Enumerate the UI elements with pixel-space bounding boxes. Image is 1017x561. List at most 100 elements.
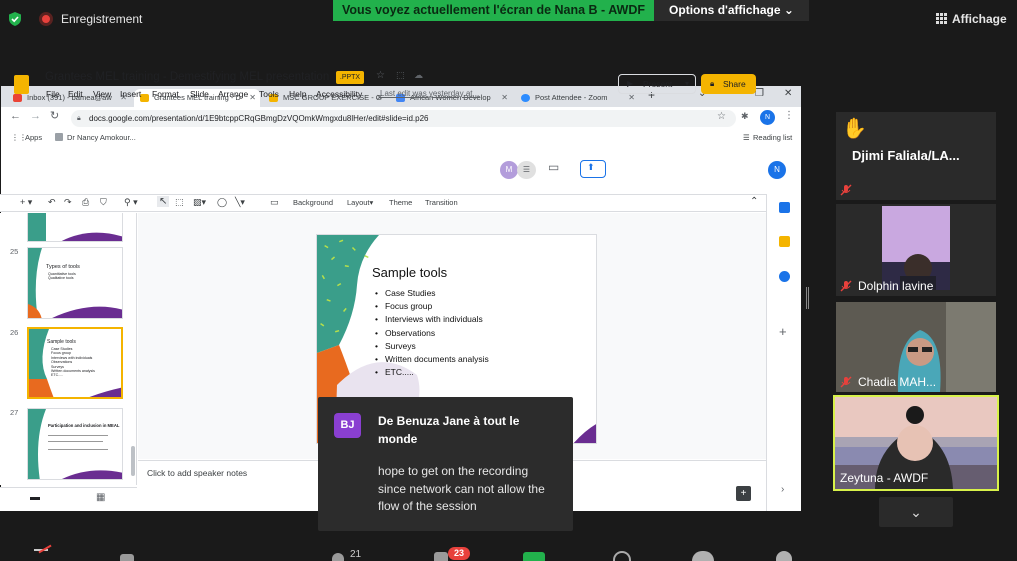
- filmstrip-scrollbar[interactable]: [131, 446, 135, 476]
- reload-icon[interactable]: ↻: [50, 109, 59, 122]
- zoom-icon[interactable]: ⚲ ▾: [124, 197, 138, 208]
- chat-sender: De Benuza Jane à tout le monde: [378, 414, 520, 446]
- calendar-icon[interactable]: [779, 202, 790, 213]
- comment-add-icon[interactable]: ▭: [270, 197, 279, 208]
- slide-thumbnail-selected[interactable]: Sample tools Case Studies Focus group Inte…: [27, 327, 123, 399]
- present-button[interactable]: ▶ Present ▾: [618, 74, 696, 94]
- collaborator-avatar[interactable]: M: [500, 161, 518, 179]
- speaker-notes-placeholder[interactable]: Click to add speaker notes: [147, 468, 247, 478]
- menu-edit[interactable]: Edit: [68, 89, 83, 99]
- forward-icon[interactable]: →: [30, 110, 41, 122]
- participants-icon[interactable]: [332, 553, 344, 561]
- close-window-icon[interactable]: ✕: [784, 88, 792, 99]
- google-slides-logo[interactable]: [14, 75, 29, 94]
- theme-button[interactable]: Theme: [389, 198, 412, 207]
- star-icon[interactable]: ☆: [376, 70, 385, 81]
- select-tool-icon[interactable]: ↖: [157, 196, 170, 207]
- redo-icon[interactable]: ↷: [64, 197, 72, 208]
- menu-format[interactable]: Format: [152, 89, 179, 99]
- keep-icon[interactable]: [779, 236, 790, 247]
- expand-panel-icon[interactable]: ›: [781, 484, 784, 495]
- slide-filmstrip[interactable]: 25 Types of tools Quantitative tools Qual…: [0, 213, 137, 485]
- move-folder-icon[interactable]: ⬚: [396, 70, 405, 81]
- thumb-line: [48, 435, 108, 436]
- thumb-text: Quantitative tools Qualitative tools: [48, 272, 76, 281]
- slide-thumbnail[interactable]: Participation and inclusion in MEAL: [27, 408, 123, 480]
- image-icon[interactable]: ▨▾: [193, 197, 206, 208]
- chevron-down-icon: ▾: [685, 79, 690, 88]
- background-button[interactable]: Background: [293, 198, 333, 207]
- menu-slide[interactable]: Slide: [190, 89, 209, 99]
- slide-bullet: Surveys: [375, 340, 489, 353]
- undo-icon[interactable]: ↶: [48, 197, 56, 208]
- reactions-icon[interactable]: [692, 551, 714, 561]
- back-icon[interactable]: ←: [10, 110, 21, 122]
- bookmark-star-icon[interactable]: ☆: [717, 111, 726, 122]
- user-avatar[interactable]: N: [768, 161, 786, 179]
- video-icon[interactable]: [120, 554, 134, 561]
- tasks-icon[interactable]: [779, 271, 790, 282]
- cloud-status-icon[interactable]: ☁: [414, 70, 423, 81]
- shape-icon[interactable]: ◯: [217, 197, 227, 208]
- participant-tile[interactable]: ✋ Djimi Faliala/LA...: [836, 112, 996, 200]
- participant-tile[interactable]: Chadia MAH...: [836, 302, 996, 392]
- transition-button[interactable]: Transition: [425, 198, 458, 207]
- slide-number: 25: [10, 247, 19, 256]
- grid-view-icon[interactable]: [936, 13, 947, 24]
- add-addon-icon[interactable]: +: [779, 324, 787, 339]
- participant-name: Dolphin lavine: [858, 279, 934, 293]
- filmstrip-view-icon[interactable]: ▬: [30, 492, 40, 503]
- view-button-label[interactable]: Affichage: [952, 12, 1007, 26]
- view-options-button[interactable]: Options d'affichage ⌄: [654, 0, 809, 21]
- grid-slides-icon[interactable]: ▦: [96, 492, 105, 503]
- menu-tools[interactable]: Tools: [259, 89, 279, 99]
- share-button[interactable]: 🔒︎ Share: [701, 74, 756, 94]
- menu-accessibility[interactable]: Accessibility: [316, 89, 362, 99]
- reading-list-link[interactable]: Reading list: [753, 133, 792, 142]
- extensions-icon[interactable]: ✱: [741, 111, 749, 122]
- address-bar[interactable]: 🔒︎ docs.google.com/presentation/d/1E9btc…: [71, 110, 736, 127]
- recording-indicator-icon[interactable]: [39, 12, 53, 26]
- meet-present-button[interactable]: ⬆: [580, 160, 606, 178]
- bookmark-nancy[interactable]: Dr Nancy Amokour...: [67, 133, 136, 142]
- print-icon[interactable]: ⎙: [82, 197, 89, 208]
- thumb-art: [28, 409, 122, 479]
- menu-insert[interactable]: Insert: [120, 89, 141, 99]
- bookmark-favicon-icon: [55, 133, 63, 141]
- raised-hand-icon: ✋: [842, 118, 867, 140]
- show-all-comments-icon[interactable]: ☰: [517, 161, 536, 179]
- chat-icon[interactable]: [434, 552, 448, 561]
- slide-thumbnail[interactable]: Types of tools Quantitative tools Qualita…: [27, 247, 123, 319]
- collapse-toolbar-icon[interactable]: ⌃: [750, 196, 758, 207]
- gallery-scroll-down-icon[interactable]: ⌄: [879, 497, 953, 527]
- record-icon[interactable]: [613, 551, 631, 561]
- menu-arrange[interactable]: Arrange: [218, 89, 248, 99]
- document-title[interactable]: Grantees MEL training - Demestifying MEL…: [45, 71, 329, 83]
- menu-file[interactable]: File: [46, 89, 60, 99]
- bookmark-apps[interactable]: Apps: [25, 133, 42, 142]
- resize-handle[interactable]: [806, 287, 809, 309]
- layout-button[interactable]: Layout▾: [347, 198, 373, 207]
- explore-icon[interactable]: +: [736, 486, 751, 501]
- slides-favicon-icon: [140, 94, 149, 102]
- recording-label[interactable]: Enregistrement: [61, 12, 142, 26]
- comments-icon[interactable]: ▭: [548, 160, 559, 174]
- share-screen-icon[interactable]: [523, 552, 545, 561]
- restore-icon[interactable]: ❐: [755, 88, 764, 99]
- apps-icon[interactable]: [776, 551, 792, 561]
- browser-menu-icon[interactable]: ⋮: [784, 110, 794, 121]
- slide-thumbnail[interactable]: [27, 213, 123, 242]
- new-slide-icon[interactable]: + ▾: [20, 197, 32, 208]
- line-icon[interactable]: ╲▾: [235, 197, 245, 208]
- security-shield-icon[interactable]: [7, 11, 23, 27]
- menu-help[interactable]: Help: [289, 89, 306, 99]
- paint-format-icon[interactable]: ⛉: [100, 197, 107, 208]
- menu-view[interactable]: View: [93, 89, 111, 99]
- active-speaker-tile[interactable]: Zeytuna - AWDF: [833, 395, 999, 491]
- side-panel: + ›: [766, 194, 800, 511]
- reading-list-icon[interactable]: ☰: [743, 133, 750, 142]
- participant-tile[interactable]: Dolphin lavine: [836, 204, 996, 296]
- text-box-icon[interactable]: ⬚: [175, 197, 184, 208]
- browser-profile-avatar[interactable]: N: [760, 110, 775, 125]
- last-edit-link[interactable]: Last edit was yesterday at...: [380, 89, 479, 98]
